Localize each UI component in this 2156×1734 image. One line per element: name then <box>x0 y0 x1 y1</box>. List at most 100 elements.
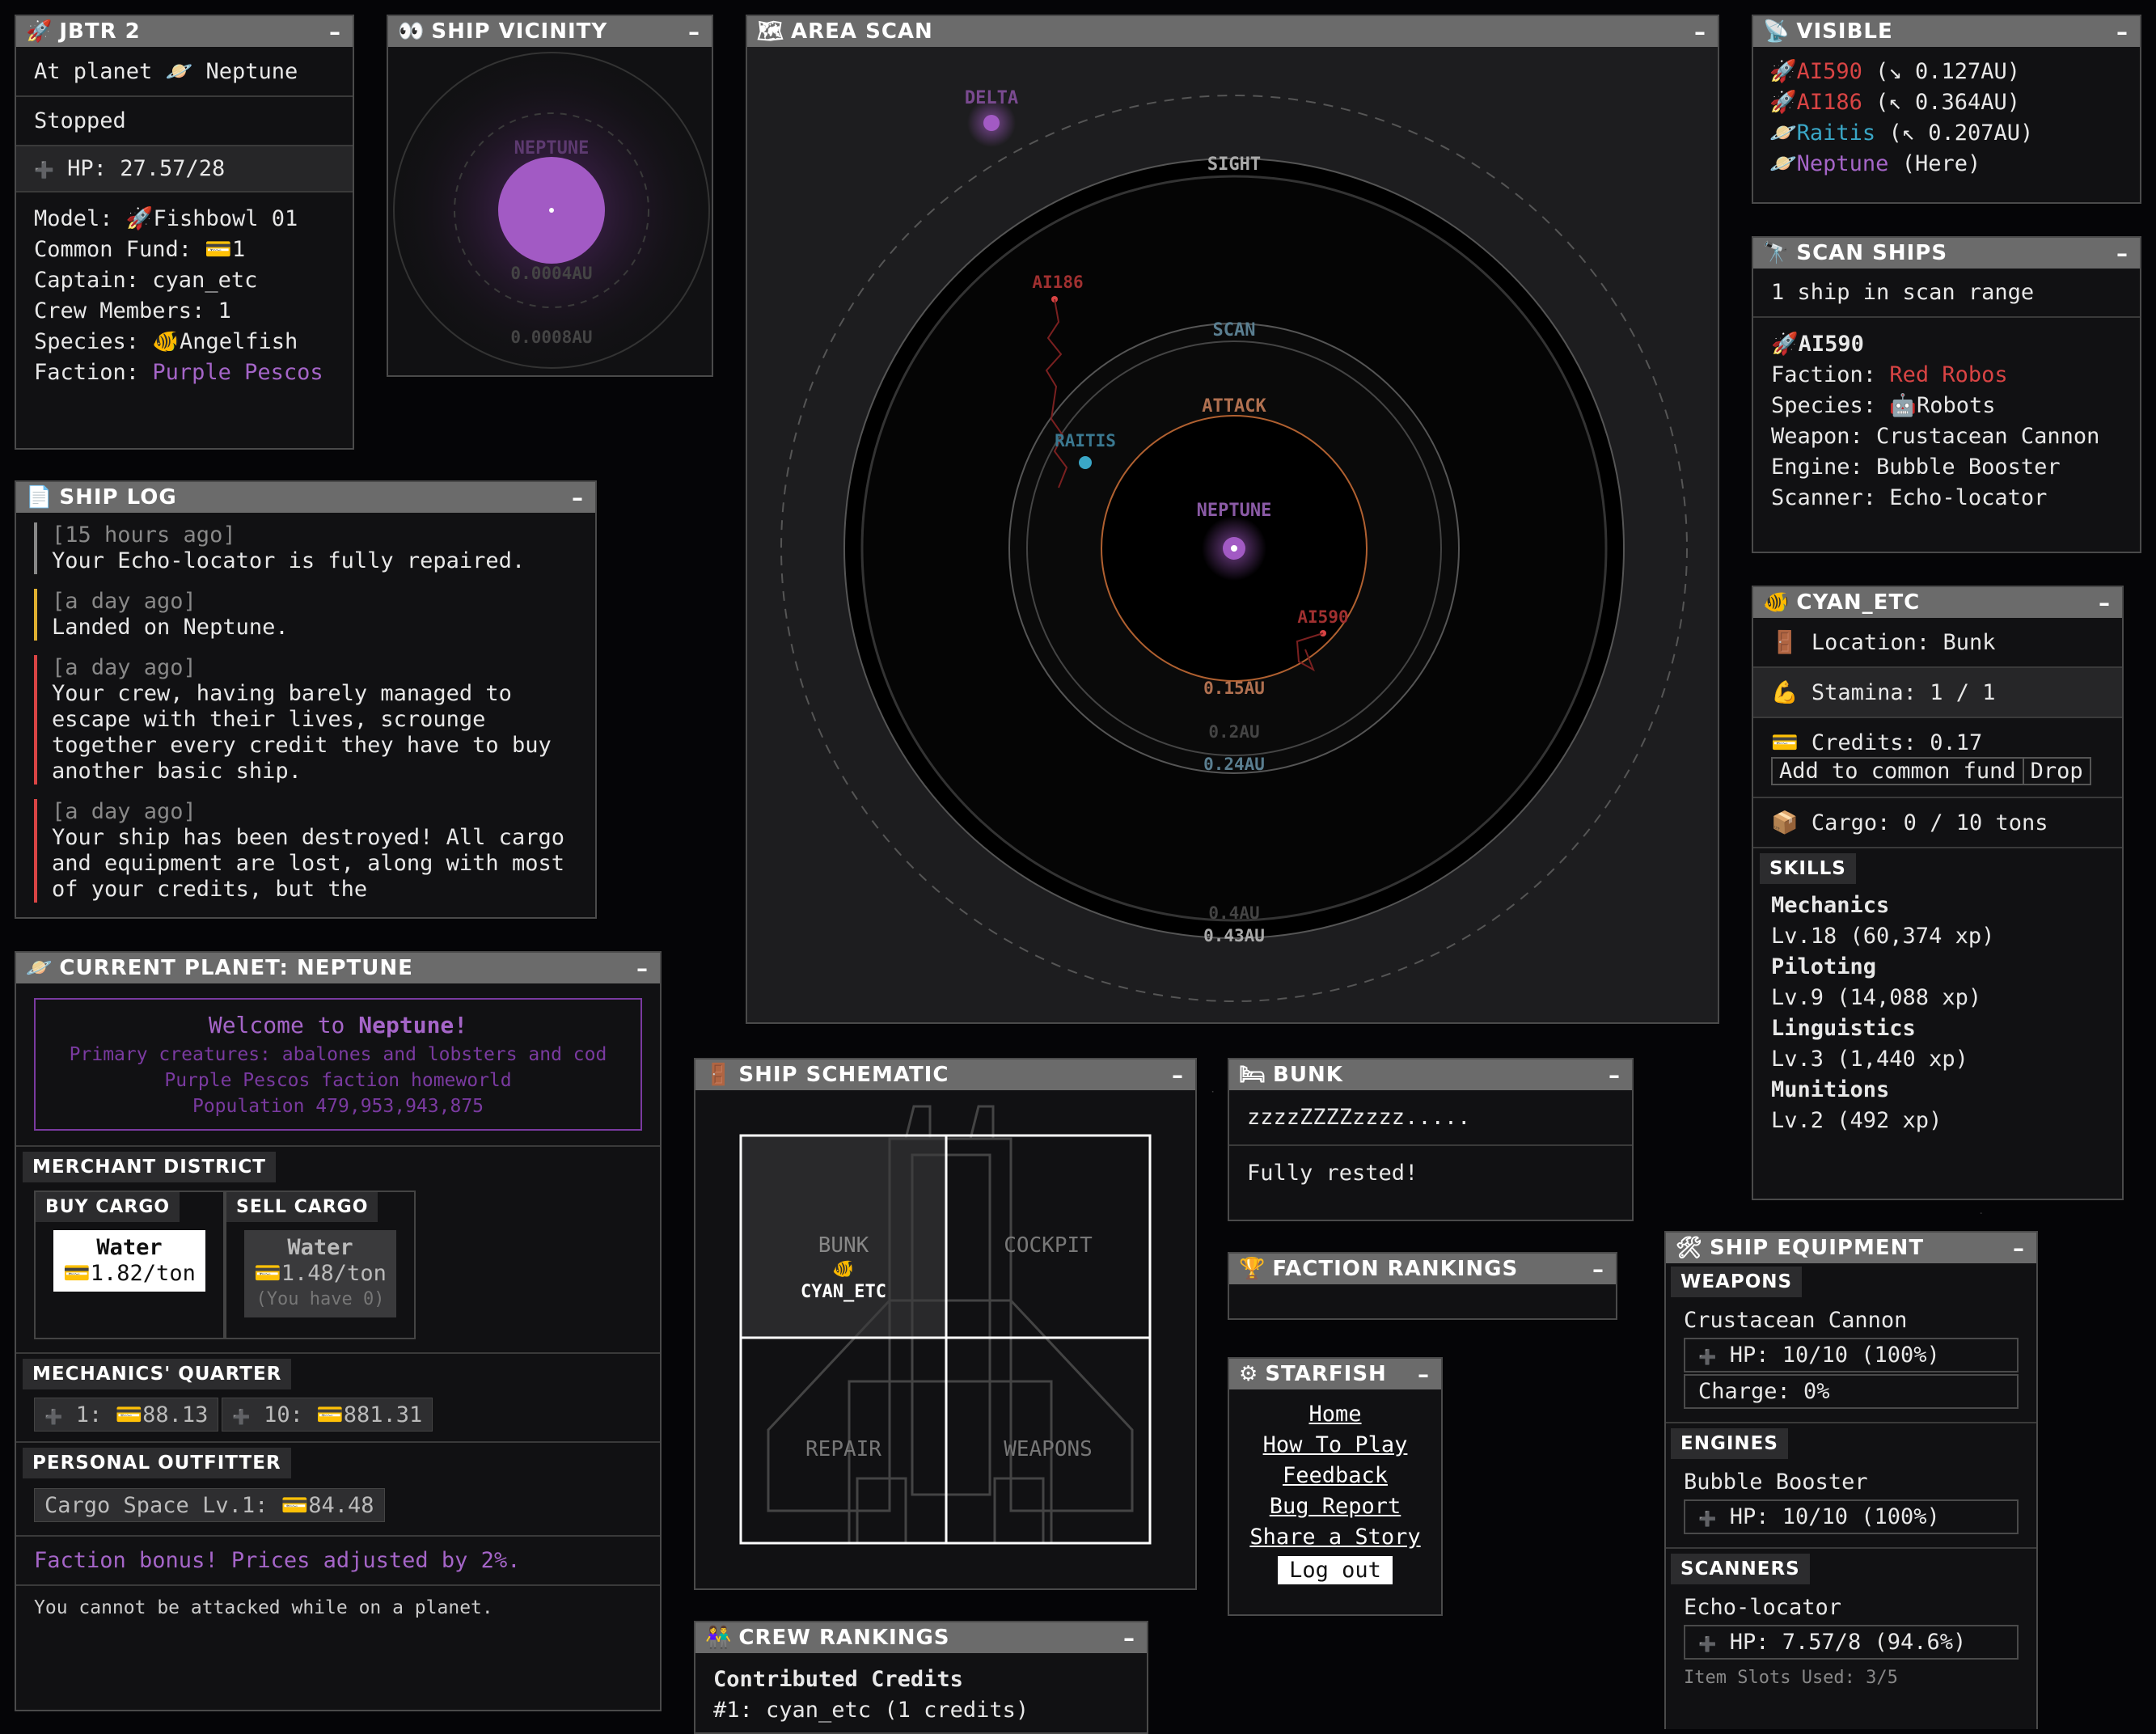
trophy-icon: 🏆 <box>1239 1257 1266 1281</box>
area-scan-map[interactable]: DELTA SIGHT SCAN ATTACK NEPTUNE AI186 RA… <box>747 47 1718 1022</box>
window-titlebar[interactable]: 🛠 SHIP EQUIPMENT – <box>1666 1233 2036 1263</box>
window-titlebar[interactable]: 📄 SHIP LOG – <box>16 482 595 513</box>
safe-notice: You cannot be attacked while on a planet… <box>16 1584 660 1630</box>
crew-cargo: 📦 Cargo: 0 / 10 tons <box>1753 797 2122 847</box>
visible-item[interactable]: 🪐Neptune (Here) <box>1769 149 2124 180</box>
minimize-button[interactable]: – <box>2099 590 2111 616</box>
minimize-button[interactable]: – <box>1172 1062 1184 1089</box>
bed-icon: 🛏 <box>1239 1063 1267 1087</box>
repair-10-button[interactable]: ➕ 10: 💳881.31 <box>222 1398 433 1432</box>
ship-status-window: 🚀 JBTR 2 – At planet 🪐 Neptune Stopped ➕ … <box>15 15 354 450</box>
minimize-button[interactable]: – <box>2013 1235 2025 1262</box>
ranking-row: #1: cyan_etc (1 credits) <box>713 1698 1029 1723</box>
hp-icon: ➕ <box>1698 1511 1717 1528</box>
rest-status: Fully rested! <box>1229 1144 1632 1200</box>
range-label: 0.2AU <box>1208 722 1259 742</box>
room-weapons[interactable]: WEAPONS <box>1004 1437 1093 1461</box>
faction-rankings-window: 🏆 FACTION RANKINGS – <box>1228 1252 1617 1320</box>
hp-row: ➕ HP: 27.57/28 <box>16 145 353 191</box>
door-icon: 🚪 <box>1771 630 1799 655</box>
skill-name: Mechanics <box>1771 893 1890 918</box>
weapons-header: WEAPONS <box>1671 1267 1803 1297</box>
window-titlebar[interactable]: 🪐 CURRENT PLANET: NEPTUNE – <box>16 953 660 983</box>
fish-icon: 🐠 <box>1763 590 1790 615</box>
box-icon: 📦 <box>1771 810 1799 835</box>
visible-item[interactable]: 🪐Raitis (↖ 0.207AU) <box>1769 118 2124 149</box>
starfish-menu-window: ⚙ STARFISH – Home How To Play Feedback Bu… <box>1228 1357 1443 1616</box>
log-entry: [a day ago] Your crew, having barely man… <box>34 655 577 785</box>
window-titlebar[interactable]: 🔭 SCAN SHIPS – <box>1753 238 2140 269</box>
window-titlebar[interactable]: 📡 VISIBLE – <box>1753 16 2140 47</box>
bug-report-link[interactable]: Bug Report <box>1229 1491 1441 1522</box>
minimize-button[interactable]: – <box>1694 19 1706 45</box>
credit-card-icon: 💳 <box>254 1261 281 1286</box>
tools-icon: 🛠 <box>1676 1236 1704 1260</box>
window-titlebar[interactable]: ⚙ STARFISH – <box>1229 1359 1441 1389</box>
ship-vicinity-window: 👀 SHIP VICINITY – NEPTUNE 0.0004AU 0.0008… <box>387 15 713 377</box>
window-titlebar[interactable]: 🏆 FACTION RANKINGS – <box>1229 1254 1616 1284</box>
home-link[interactable]: Home <box>1229 1399 1441 1430</box>
log-entry: [a day ago] Your ship has been destroyed… <box>34 799 577 903</box>
feedback-link[interactable]: Feedback <box>1229 1461 1441 1491</box>
crew-stamina: 💪 Stamina: 1 / 1 <box>1753 666 2122 717</box>
minimize-button[interactable]: – <box>1123 1625 1135 1652</box>
area-scan-window: 🗺 AREA SCAN – DELTA SIGHT SCAN ATTACK NE… <box>746 15 1719 1024</box>
sell-water-button[interactable]: Water 💳1.48/ton (You have 0) <box>244 1230 396 1317</box>
add-to-fund-button[interactable]: Add to common fund <box>1773 759 2024 784</box>
people-icon: 👫 <box>705 1626 733 1650</box>
document-icon: 📄 <box>26 485 53 510</box>
satellite-icon: 📡 <box>1763 19 1790 44</box>
credit-card-icon: 💳 <box>205 237 232 262</box>
logout-button[interactable]: Log out <box>1278 1556 1393 1584</box>
credit-card-icon: 💳 <box>281 1493 309 1518</box>
minimize-button[interactable]: – <box>688 19 700 45</box>
minimize-button[interactable]: – <box>2116 19 2129 45</box>
delta-marker <box>983 115 1000 131</box>
vicinity-map[interactable]: NEPTUNE 0.0004AU 0.0008AU <box>388 47 712 375</box>
window-titlebar[interactable]: 🛏 BUNK – <box>1229 1059 1632 1090</box>
window-titlebar[interactable]: 👀 SHIP VICINITY – <box>388 16 712 47</box>
skill-level: Lv.2 (492 xp) <box>1771 1108 1943 1133</box>
ai186-label: AI186 <box>1032 273 1083 292</box>
rocket-icon: 🚀 <box>26 19 53 44</box>
window-titlebar[interactable]: 🐠 CYAN_ETC – <box>1753 587 2122 618</box>
room-cockpit[interactable]: COCKPIT <box>1004 1233 1093 1258</box>
window-titlebar[interactable]: 👫 CREW RANKINGS – <box>695 1622 1147 1653</box>
window-titlebar[interactable]: 🗺 AREA SCAN – <box>747 16 1718 47</box>
window-titlebar[interactable]: 🚪 SHIP SCHEMATIC – <box>695 1059 1195 1090</box>
minimize-button[interactable]: – <box>636 955 649 982</box>
crew-location: 🚪 Location: Bunk <box>1771 630 1996 655</box>
planet-icon: 🪐 <box>1769 121 1797 146</box>
item-slots: Item Slots Used: 3/5 <box>1684 1668 1898 1688</box>
engine-item: Bubble Booster ➕ HP: 10/10 (100%) <box>1666 1459 2036 1547</box>
rocket-icon: 🚀 <box>1769 59 1797 84</box>
ship-name[interactable]: AI590 <box>1799 332 1864 357</box>
crew-credits: 💳 Credits: 0.17 Add to common fund Drop <box>1753 717 2122 797</box>
skills-header: SKILLS <box>1760 853 1856 884</box>
drop-button[interactable]: Drop <box>2024 759 2090 784</box>
visible-item[interactable]: 🚀AI186 (↖ 0.364AU) <box>1769 87 2124 118</box>
visible-item[interactable]: 🚀AI590 (↘ 0.127AU) <box>1769 57 2124 87</box>
cargo-space-upgrade-button[interactable]: Cargo Space Lv.1: 💳84.48 <box>34 1488 385 1522</box>
svg-text:REPAIR: REPAIR <box>805 1437 881 1461</box>
minimize-button[interactable]: – <box>1592 1256 1604 1283</box>
ship-schematic: BUNK COCKPIT REPAIR WEAPONS 🐠 CYAN_ETC <box>739 1105 1152 1545</box>
minimize-button[interactable]: – <box>1609 1062 1621 1089</box>
rankings-subtitle: Contributed Credits <box>713 1667 963 1692</box>
how-to-play-link[interactable]: How To Play <box>1229 1430 1441 1461</box>
minimize-button[interactable]: – <box>2116 240 2129 267</box>
minimize-button[interactable]: – <box>572 484 584 511</box>
repair-1-button[interactable]: ➕ 1: 💳88.13 <box>34 1398 219 1432</box>
room-repair[interactable]: REPAIR <box>805 1437 881 1461</box>
gear-icon: ⚙ <box>1239 1362 1259 1386</box>
minimize-button[interactable]: – <box>1418 1361 1430 1388</box>
window-titlebar[interactable]: 🚀 JBTR 2 – <box>16 16 353 47</box>
minimize-button[interactable]: – <box>329 19 341 45</box>
sleep-text: zzzzZZZZzzzz..... <box>1247 1105 1471 1130</box>
hp-value: HP: 27.57/28 <box>67 156 226 181</box>
crew-member-window: 🐠 CYAN_ETC – 🚪 Location: Bunk 💪 Stamina: … <box>1752 586 2124 1200</box>
room-bunk[interactable]: BUNK <box>818 1233 869 1258</box>
share-story-link[interactable]: Share a Story <box>1229 1522 1441 1553</box>
fish-icon: 🐠 <box>832 1259 854 1279</box>
buy-water-button[interactable]: Water 💳1.82/ton <box>53 1230 205 1292</box>
